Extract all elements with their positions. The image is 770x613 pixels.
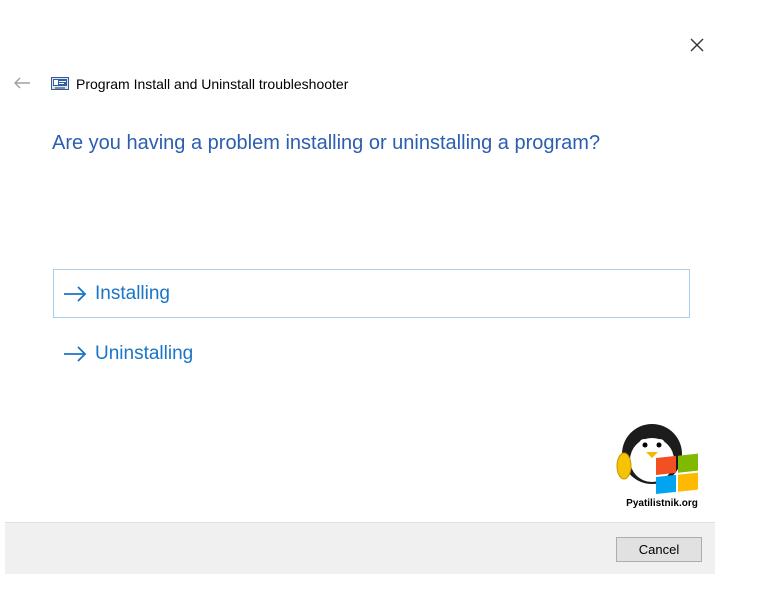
penguin-windows-logo	[616, 424, 698, 494]
cancel-button[interactable]: Cancel	[616, 537, 702, 562]
option-installing[interactable]: Installing	[53, 269, 690, 318]
option-uninstalling[interactable]: Uninstalling	[53, 329, 690, 378]
back-button[interactable]	[10, 72, 34, 94]
back-arrow-icon	[13, 76, 31, 90]
footer-bar: Cancel	[5, 522, 715, 574]
close-icon	[690, 38, 704, 52]
window-title-bar: Program Install and Uninstall troublesho…	[51, 74, 348, 94]
page-heading: Are you having a problem installing or u…	[52, 132, 601, 154]
option-installing-label: Installing	[95, 282, 170, 304]
right-arrow-icon	[62, 284, 88, 304]
troubleshooter-icon	[51, 77, 69, 91]
watermark-text: Pyatilistnik.org	[626, 498, 698, 509]
option-uninstalling-label: Uninstalling	[95, 342, 194, 364]
close-button[interactable]	[682, 30, 712, 60]
watermark-logo: Pyatilistnik.org	[612, 420, 712, 516]
window-title: Program Install and Uninstall troublesho…	[76, 76, 349, 92]
right-arrow-icon	[62, 344, 88, 364]
